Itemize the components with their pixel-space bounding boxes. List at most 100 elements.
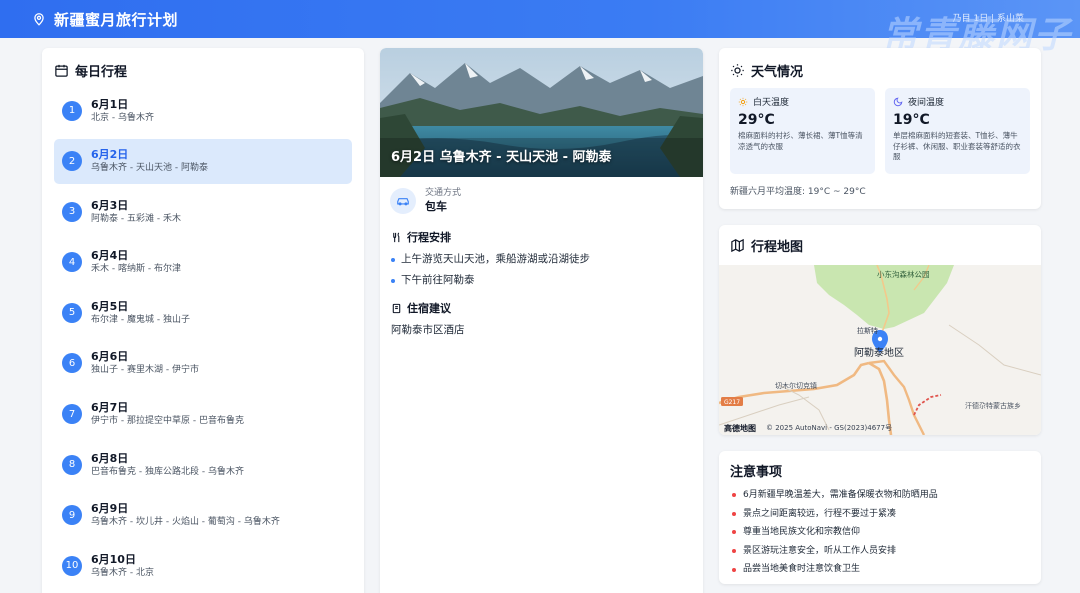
note-item: 品尝当地美食时注意饮食卫生 — [730, 560, 1030, 579]
day-temp-value: 29°C — [738, 112, 775, 128]
night-temp-desc: 单层棉麻面料的短套装、T恤衫、薄牛仔衫裤、休闲服、职业套装等舒适的衣服 — [893, 131, 1021, 161]
day-date: 6月7日 — [91, 401, 129, 415]
transport-label: 交通方式 — [425, 188, 462, 198]
map-footer: 高德地图 © 2025 AutoNavi - GS(2023)4677号 — [719, 421, 1041, 435]
map-view[interactable]: G217 小东沟森林公园 拉斯特 阿勒泰地区 切木尔切克镇 汗德尕特蒙古族乡 高… — [719, 265, 1041, 435]
bullet-dot — [732, 530, 736, 535]
map-title-text: 行程地图 — [751, 239, 804, 255]
transport-info: 交通方式 包车 — [380, 177, 703, 215]
note-item: 6月新疆早晚温差大，需准备保暖衣物和防晒用品 — [730, 486, 1030, 505]
bullet-dot — [732, 493, 736, 498]
day-route: 乌鲁木齐 - 北京 — [91, 567, 154, 578]
app-header: 新疆蜜月旅行计划 乃目 1日 | 系山菜 常青藤网子 — [0, 0, 1080, 56]
day-route: 独山子 - 赛里木湖 - 伊宁市 — [91, 365, 199, 376]
day-date: 6月2日 — [91, 148, 129, 162]
day-temp-card: 白天温度 29°C 棉麻面料的衬衫、薄长裙、薄T恤等清凉透气的衣服 — [730, 88, 875, 174]
bullet-dot — [732, 549, 736, 554]
itinerary-panel: 每日行程 1 6月1日 北京 - 乌鲁木齐 2 6月2日 乌鲁木齐 - 天山天池 - 阿勒… — [42, 48, 364, 593]
weather-title: 天气情况 — [730, 60, 1030, 80]
schedule-item: 下午前往阿勒泰 — [391, 270, 692, 291]
night-temp-label: 夜间温度 — [908, 98, 945, 108]
map-label-road-town: 切木尔切克镇 — [775, 381, 817, 390]
day-item[interactable]: 10 6月10日 乌鲁木齐 - 北京 — [54, 543, 352, 588]
weather-title-text: 天气情况 — [751, 64, 804, 80]
day-route: 伊宁市 - 那拉提空中草原 - 巴音布鲁克 — [91, 416, 244, 427]
utensils-icon — [393, 232, 400, 242]
hero-image: 6月2日 乌鲁木齐 - 天山天池 - 阿勒泰 — [380, 48, 703, 177]
hotel-icon — [392, 303, 401, 313]
day-route: 阿勒泰 - 五彩滩 - 禾木 — [91, 213, 181, 224]
notes-panel: 注意事项 6月新疆早晚温差大，需准备保暖衣物和防晒用品 景点之间距离较远，行程不要… — [719, 451, 1041, 584]
map-copyright: © 2025 AutoNavi - GS(2023)4677号 — [766, 424, 893, 432]
day-route: 巴音布鲁克 - 独库公路北段 - 乌鲁木齐 — [91, 466, 244, 477]
day-item[interactable]: 1 6月1日 北京 - 乌鲁木齐 — [54, 88, 352, 133]
bullet-dot — [391, 278, 395, 283]
car-icon — [390, 188, 416, 214]
day-date: 6月6日 — [91, 350, 129, 364]
map-label-region: 阿勒泰地区 — [854, 346, 904, 359]
note-item: 景点之间距离较远，行程不要过于紧凑 — [730, 505, 1030, 524]
night-temp-card: 夜间温度 19°C 单层棉麻面料的短套装、T恤衫、薄牛仔衫裤、休闲服、职业套装等… — [885, 88, 1030, 174]
map-label-township: 汗德尕特蒙古族乡 — [965, 401, 1021, 410]
map-icon — [731, 238, 744, 252]
lodging-heading: 住宿建议 — [380, 300, 703, 316]
day-number-badge: 10 — [62, 555, 82, 576]
day-number-badge: 7 — [62, 404, 82, 425]
map-label-town: 拉斯特 — [857, 326, 878, 335]
average-temp: 新疆六月平均温度: 19°C ~ 29°C — [730, 187, 866, 197]
night-temp-value: 19°C — [893, 112, 930, 128]
day-number-badge: 1 — [62, 100, 82, 121]
day-date: 6月9日 — [91, 502, 129, 516]
day-list: 1 6月1日 北京 - 乌鲁木齐 2 6月2日 乌鲁木齐 - 天山天池 - 阿勒泰 3 6月3… — [54, 88, 352, 588]
schedule-list: 上午游览天山天池，乘船游湖或沿湖徒步 下午前往阿勒泰 — [380, 245, 703, 291]
road-badge: G217 — [724, 399, 740, 406]
day-date: 6月5日 — [91, 299, 129, 313]
page-title: 新疆蜜月旅行计划 — [54, 10, 179, 29]
schedule-item: 上午游览天山天池，乘船游湖或沿湖徒步 — [391, 249, 692, 270]
day-route: 禾木 - 喀纳斯 - 布尔津 — [91, 264, 181, 275]
day-date: 6月8日 — [91, 451, 129, 465]
sun-small-icon — [738, 97, 748, 106]
map-panel: 行程地图 G217 小东沟森林公园 拉斯特 阿勒泰地区 切木尔切克镇 汗德尕特蒙… — [719, 225, 1041, 435]
sun-icon — [731, 63, 744, 77]
day-date: 6月10日 — [91, 552, 136, 566]
lodging-value: 阿勒泰市区酒店 — [391, 324, 465, 336]
day-temp-desc: 棉麻面料的衬衫、薄长裙、薄T恤等清凉透气的衣服 — [738, 131, 863, 151]
day-route: 乌鲁木齐 - 天山天池 - 阿勒泰 — [91, 163, 208, 174]
moon-icon — [893, 97, 903, 106]
day-item[interactable]: 8 6月8日 巴音布鲁克 - 独库公路北段 - 乌鲁木齐 — [54, 442, 352, 487]
note-item: 景区游玩注意安全，听从工作人员安排 — [730, 542, 1030, 561]
day-number-badge: 6 — [62, 353, 82, 374]
bullet-dot — [732, 567, 736, 572]
day-item[interactable]: 9 6月9日 乌鲁木齐 - 坎儿井 - 火焰山 - 葡萄沟 - 乌鲁木齐 — [54, 493, 352, 538]
day-item[interactable]: 4 6月4日 禾木 - 喀纳斯 - 布尔津 — [54, 240, 352, 285]
day-date: 6月4日 — [91, 249, 129, 263]
day-route: 乌鲁木齐 - 坎儿井 - 火焰山 - 葡萄沟 - 乌鲁木齐 — [91, 517, 280, 528]
calendar-icon — [55, 64, 68, 77]
day-number-badge: 4 — [62, 252, 82, 273]
day-number-badge: 3 — [62, 201, 82, 222]
day-date: 6月3日 — [91, 198, 129, 212]
day-item[interactable]: 2 6月2日 乌鲁木齐 - 天山天池 - 阿勒泰 — [54, 138, 352, 184]
day-item[interactable]: 6 6月6日 独山子 - 赛里木湖 - 伊宁市 — [54, 341, 352, 386]
hero-caption: 6月2日 乌鲁木齐 - 天山天池 - 阿勒泰 — [391, 150, 612, 165]
map-title: 行程地图 — [719, 225, 1041, 255]
day-temp-label: 白天温度 — [753, 98, 790, 108]
note-item: 尊重当地民族文化和宗教信仰 — [730, 523, 1030, 542]
itinerary-title-text: 每日行程 — [75, 64, 128, 80]
day-route: 北京 - 乌鲁木齐 — [91, 112, 154, 123]
map-label-park: 小东沟森林公园 — [877, 269, 930, 279]
day-number-badge: 9 — [62, 505, 82, 526]
map-canvas[interactable]: G217 小东沟森林公园 拉斯特 阿勒泰地区 切木尔切克镇 汗德尕特蒙古族乡 — [719, 265, 1041, 435]
day-item[interactable]: 3 6月3日 阿勒泰 - 五彩滩 - 禾木 — [54, 189, 352, 234]
day-number-badge: 2 — [62, 151, 82, 172]
schedule-title: 行程安排 — [407, 231, 451, 244]
schedule-heading: 行程安排 — [380, 229, 703, 245]
weather-panel: 天气情况 白天温度 29°C 棉麻面料的衬衫、薄长裙、薄T恤等清凉透气的衣服 夜… — [719, 48, 1041, 209]
notes-title: 注意事项 — [730, 465, 783, 480]
day-item[interactable]: 7 6月7日 伊宁市 - 那拉提空中草原 - 巴音布鲁克 — [54, 392, 352, 437]
notes-list: 6月新疆早晚温差大，需准备保暖衣物和防晒用品 景点之间距离较远，行程不要过于紧凑尊… — [730, 486, 1030, 579]
day-item[interactable]: 5 6月5日 布尔津 - 魔鬼城 - 独山子 — [54, 290, 352, 335]
day-date: 6月1日 — [91, 97, 129, 111]
transport-value: 包车 — [425, 200, 447, 213]
